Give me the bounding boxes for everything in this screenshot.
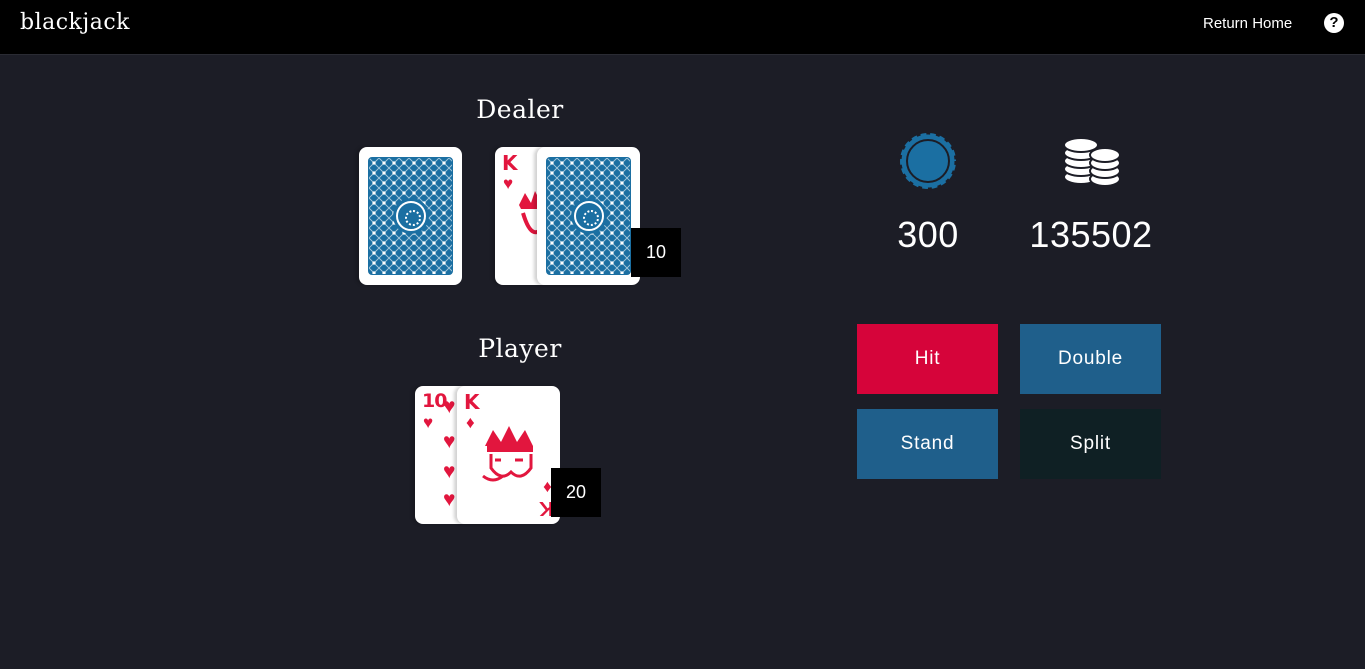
heart-pip-icon: ♥	[443, 395, 456, 418]
card-back-medallion	[573, 201, 604, 231]
king-face-icon	[482, 426, 533, 482]
hit-button[interactable]: Hit	[857, 324, 998, 394]
help-icon[interactable]: ?	[1324, 13, 1344, 33]
bet-amount: 300	[897, 214, 959, 255]
player-card-king-diamonds: K ♦ ♦ K	[457, 386, 560, 524]
balance-amount: 135502	[1029, 214, 1153, 255]
coin-stacks-icon	[1063, 137, 1121, 187]
diamond-suit-icon: ♦	[466, 413, 475, 432]
card-back-pattern	[546, 157, 631, 275]
brand-logo[interactable]: blackjack	[20, 10, 130, 35]
heart-pip-icon: ♥	[443, 460, 456, 483]
dealer-card-back	[359, 147, 462, 285]
card-rank: K	[464, 390, 480, 414]
player-score-badge: 20	[551, 468, 601, 517]
double-button[interactable]: Double	[1020, 324, 1161, 394]
heart-pip-icon: ♥	[443, 430, 456, 453]
heart-suit-icon: ♥	[423, 413, 434, 432]
player-title: Player	[478, 334, 562, 363]
dealer-card-back	[537, 147, 640, 285]
dealer-title: Dealer	[476, 95, 564, 124]
return-home-link[interactable]: Return Home	[1203, 15, 1292, 32]
card-back-pattern	[368, 157, 453, 275]
split-button[interactable]: Split	[1020, 409, 1161, 479]
card-rank: K	[502, 151, 518, 175]
heart-suit-icon: ♥	[503, 174, 514, 193]
top-navbar: blackjack Return Home ?	[0, 0, 1365, 55]
poker-chip-icon	[898, 131, 958, 191]
dealer-score-badge: 10	[631, 228, 681, 277]
card-back-medallion	[395, 201, 426, 231]
stand-button[interactable]: Stand	[857, 409, 998, 479]
heart-pip-icon: ♥	[443, 488, 456, 511]
